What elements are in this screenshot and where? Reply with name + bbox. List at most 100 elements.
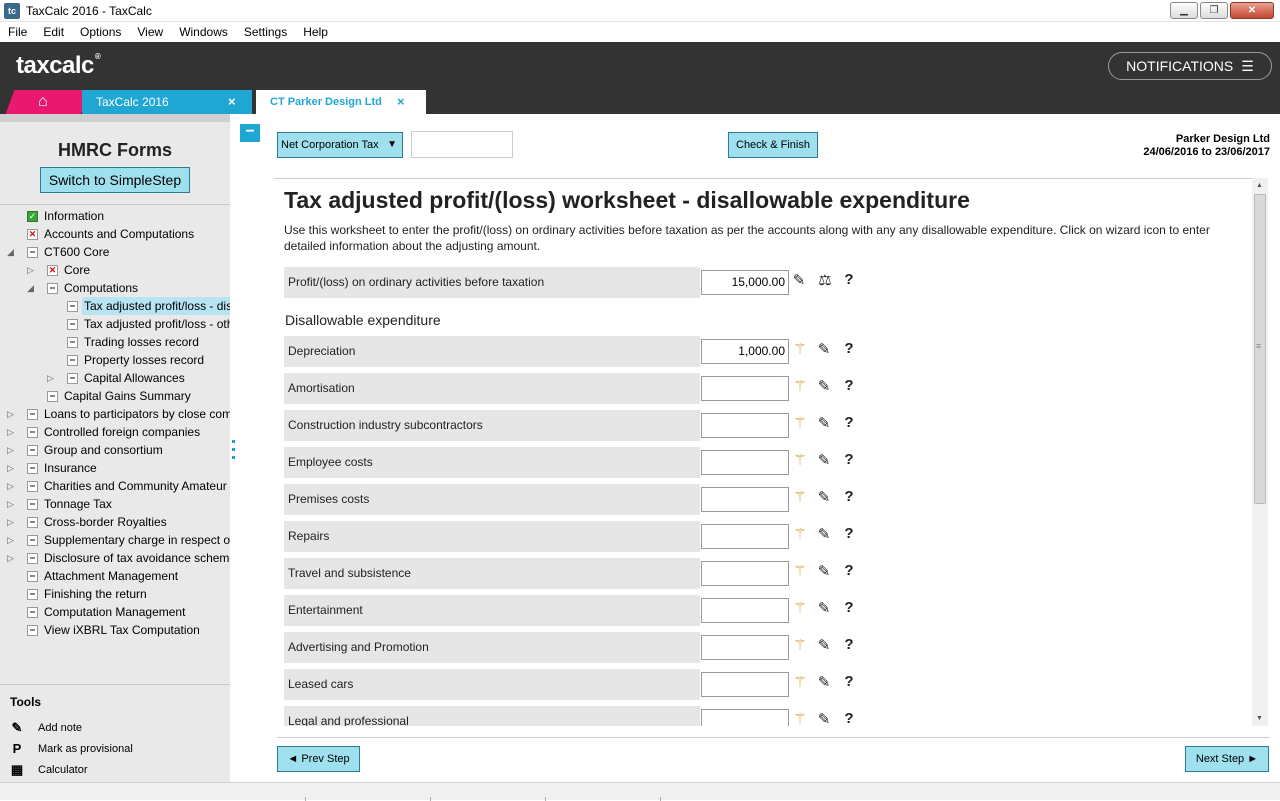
pencil-icon[interactable]: ✎ [815,710,833,726]
notifications-button[interactable]: NOTIFICATIONS ☰ [1108,52,1272,80]
tree-item[interactable]: ◢ CT600 Core [0,243,230,261]
wizard-wand-icon[interactable]: ⚚ [791,673,809,691]
expander-icon[interactable]: ▷ [7,549,17,567]
tree-item[interactable]: ▷ Charities and Community Amateur Sports … [0,477,230,495]
pencil-icon[interactable]: ✎ [815,488,833,506]
tree-item[interactable]: ✕ Accounts and Computations [0,225,230,243]
help-icon[interactable]: ? [840,636,858,653]
expander-icon[interactable]: ▷ [7,459,17,477]
pencil-icon[interactable]: ✎ [815,673,833,691]
tree-item[interactable]: ✓ Information [0,207,230,225]
help-icon[interactable]: ? [840,377,858,394]
amount-input[interactable] [701,635,789,660]
expander-icon[interactable]: ▷ [7,441,17,459]
menu-view[interactable]: View [129,25,171,39]
amount-input[interactable] [701,487,789,512]
pencil-icon[interactable]: ✎ [815,451,833,469]
wizard-wand-icon[interactable]: ⚚ [791,525,809,543]
amount-input[interactable] [701,672,789,697]
tree-item[interactable]: Computation Management [0,603,230,621]
scroll-down-icon[interactable]: ▼ [1256,715,1263,722]
wizard-wand-icon[interactable]: ⚚ [791,636,809,654]
expander-icon[interactable]: ▷ [7,513,17,531]
tree-item[interactable]: Property losses record [0,351,230,369]
calculation-select[interactable]: Net Corporation Tax ▼ [277,132,403,158]
amount-input[interactable] [701,450,789,475]
profit-loss-input[interactable]: 15,000.00 [701,270,789,295]
amount-input[interactable] [701,598,789,623]
tab-ct-parker-label[interactable]: CT Parker Design Ltd [270,96,382,108]
tree-item[interactable]: Tax adjusted profit/loss - other [0,315,230,333]
tool-add-note[interactable]: ✎ Add note [0,719,230,740]
menu-help[interactable]: Help [295,25,336,39]
wizard-wand-icon[interactable]: ⚚ [791,599,809,617]
tree-item[interactable]: ▷ Insurance [0,459,230,477]
tree-item[interactable]: ▷ Controlled foreign companies [0,423,230,441]
tree-item[interactable]: ▷ Tonnage Tax [0,495,230,513]
menu-edit[interactable]: Edit [35,25,72,39]
wizard-wand-icon[interactable]: ⚚ [791,414,809,432]
scroll-up-icon[interactable]: ▲ [1256,182,1263,189]
tab-taxcalc-2016-label[interactable]: TaxCalc 2016 [96,95,169,109]
close-window-button[interactable]: ✕ [1230,2,1274,19]
expander-icon[interactable]: ▷ [7,405,17,423]
help-icon[interactable]: ? [840,271,858,288]
tree-item[interactable]: ▷ Supplementary charge in respect of [0,531,230,549]
amount-input[interactable] [701,709,789,726]
prev-step-button[interactable]: ◄ Prev Step [277,746,360,772]
tree-item[interactable]: Attachment Management [0,567,230,585]
tree-item[interactable]: ▷ Disclosure of tax avoidance schemes [0,549,230,567]
home-icon[interactable]: ⌂ [38,93,48,111]
minimize-button[interactable]: ▁ [1170,2,1198,19]
help-icon[interactable]: ? [840,414,858,431]
help-icon[interactable]: ? [840,525,858,542]
amount-input[interactable]: 1,000.00 [701,339,789,364]
pencil-icon[interactable]: ✎ [815,340,833,358]
collapse-sidebar-button[interactable]: − [240,124,260,142]
expander-icon[interactable]: ▷ [7,477,17,495]
tree-item[interactable]: Tax adjusted profit/loss - disallowable … [0,297,230,315]
pencil-icon[interactable]: ✎ [815,525,833,543]
pencil-icon[interactable]: ✎ [815,636,833,654]
menu-settings[interactable]: Settings [236,25,295,39]
wizard-wand-icon[interactable]: ⚚ [791,562,809,580]
tree-item[interactable]: View iXBRL Tax Computation [0,621,230,639]
pencil-icon[interactable]: ✎ [790,271,808,289]
tree-item[interactable]: Trading losses record [0,333,230,351]
help-icon[interactable]: ? [840,599,858,616]
help-icon[interactable]: ? [840,710,858,726]
scroll-thumb[interactable] [1254,194,1266,504]
pencil-icon[interactable]: ✎ [815,414,833,432]
expander-icon[interactable]: ◢ [27,279,37,297]
next-step-button[interactable]: Next Step ► [1185,746,1269,772]
calculation-result-field[interactable] [411,131,513,158]
tab-ct-parker-close-icon[interactable]: × [397,94,405,109]
tree-item[interactable]: ◢ Computations [0,279,230,297]
scales-icon[interactable]: ⚖ [816,271,834,289]
tool-mark-provisional[interactable]: P Mark as provisional [0,740,230,761]
pencil-icon[interactable]: ✎ [815,599,833,617]
tree-item[interactable]: ▷ Loans to participators by close compani… [0,405,230,423]
wizard-wand-icon[interactable]: ⚚ [791,451,809,469]
amount-input[interactable] [701,413,789,438]
splitter-handle[interactable] [232,440,236,464]
wizard-wand-icon[interactable]: ⚚ [791,377,809,395]
wizard-wand-icon[interactable]: ⚚ [791,710,809,726]
tree-item[interactable]: Capital Gains Summary [0,387,230,405]
tree-item[interactable]: ▷ Cross-border Royalties [0,513,230,531]
help-icon[interactable]: ? [840,340,858,357]
switch-to-simplestep-button[interactable]: Switch to SimpleStep [40,167,190,193]
vertical-scrollbar[interactable]: ▲ ▼ [1252,178,1268,726]
help-icon[interactable]: ? [840,488,858,505]
tab-taxcalc-close-icon[interactable]: × [228,94,236,109]
expander-icon[interactable]: ▷ [7,495,17,513]
amount-input[interactable] [701,561,789,586]
amount-input[interactable] [701,376,789,401]
wizard-wand-icon[interactable]: ⚚ [791,340,809,358]
tree-item[interactable]: ▷ Capital Allowances [0,369,230,387]
menu-windows[interactable]: Windows [171,25,236,39]
menu-file[interactable]: File [0,25,35,39]
expander-icon[interactable]: ◢ [7,243,17,261]
amount-input[interactable] [701,524,789,549]
wizard-wand-icon[interactable]: ⚚ [791,488,809,506]
